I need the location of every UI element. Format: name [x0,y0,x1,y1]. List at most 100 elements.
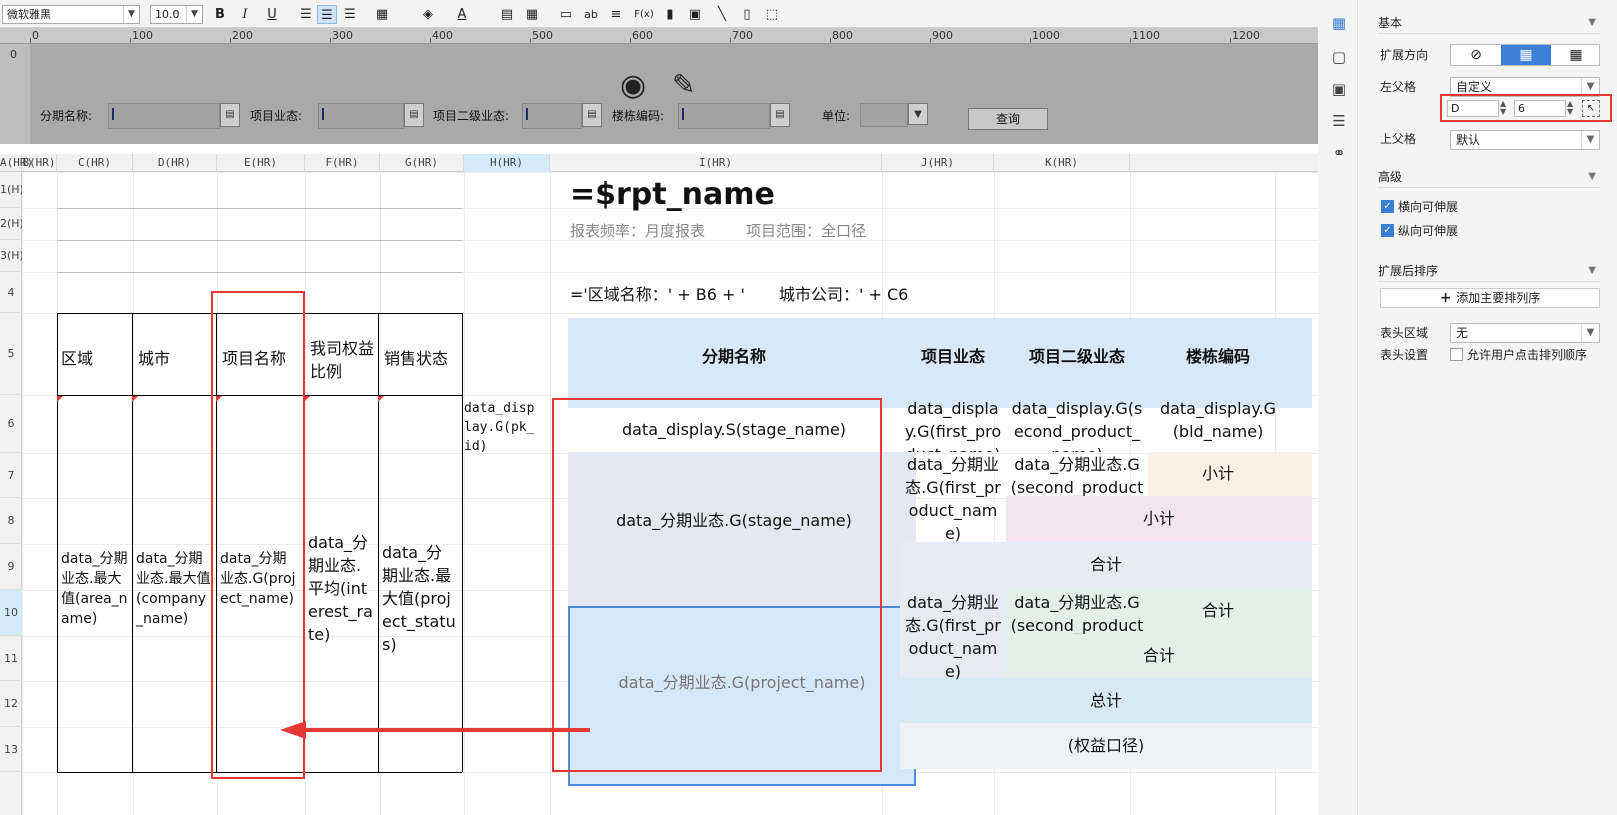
hidden-eye-icon[interactable]: ◉ [620,68,646,103]
column-header[interactable]: D(HR) [133,154,217,172]
cell-i13[interactable]: (权益口径) [900,723,1312,769]
col-spinner-icon[interactable]: ▲ ▼ [1500,100,1510,117]
vertical-expand-icon[interactable]: ▦ [1501,45,1551,65]
align-center-icon[interactable]: ☰ [317,5,337,24]
row-header[interactable]: 13 [0,727,22,772]
cell-f6[interactable]: data_分期业态.最大值(project_status) [378,538,462,659]
cell-c6[interactable]: data_分期业态.最大值(company_name) [132,546,216,632]
header-area[interactable]: 区域 [57,344,133,373]
cell-g6[interactable]: data_display.G(pk_id) [460,396,546,459]
header-city[interactable]: 城市 [134,344,218,373]
cell-i12[interactable]: 总计 [900,678,1312,723]
align-left-icon[interactable]: ☰ [296,5,316,24]
column-header[interactable]: C(HR) [57,154,133,172]
font-family-select[interactable]: 微软雅黑 ▼ [2,5,140,24]
header-stage[interactable]: 分期名称 [568,344,900,370]
column-header[interactable]: A(HR) [0,154,33,172]
unit-dropdown-button[interactable]: ▼ [908,103,928,125]
row-header[interactable]: 6 [0,395,22,453]
h-expand-checkbox[interactable]: ✓ [1381,200,1394,213]
row-spinner-icon[interactable]: ▲ ▼ [1567,100,1577,117]
edit-pencil-icon[interactable]: ✎ [672,68,695,101]
subreport-icon[interactable]: ▯ [737,5,757,24]
formula-icon[interactable]: F(x) [632,5,656,24]
border-icon[interactable]: ▦ [372,5,392,24]
cell-i10[interactable]: data_分期业态.G(first_product_name) [900,588,1006,680]
second-product-input[interactable] [522,103,582,129]
region-formula[interactable]: ='区域名称：' + B6 + ' [568,284,768,306]
row-header[interactable]: 9 [0,544,22,590]
column-header[interactable]: H(HR) [464,154,550,172]
bld-input[interactable] [678,103,770,129]
row-header[interactable]: 8 [0,498,22,544]
report-title[interactable]: =$rpt_name [568,172,1168,217]
header-second-product[interactable]: 项目二级业态 [1006,344,1148,370]
column-header[interactable]: B(HR) [22,154,57,172]
header-area-select[interactable]: 无 ▼ [1450,323,1600,343]
report-frequency[interactable]: 报表频率：月度报表 [568,220,768,242]
table-icon[interactable]: ▦ [522,5,542,24]
column-header[interactable]: K(HR) [994,154,1130,172]
font-size-select[interactable]: 10.0 ▼ [150,5,203,24]
cell-k10[interactable]: 合计 [1148,588,1288,634]
fill-color-icon[interactable]: ◈ [418,5,438,24]
link-icon[interactable]: ⚭ [1330,144,1348,162]
section-basic[interactable]: 基本 ▼ [1378,12,1600,34]
header-product[interactable]: 项目业态 [900,344,1006,370]
column-header[interactable]: E(HR) [217,154,305,172]
cell-i7[interactable]: data_分期业态.G(first_product_name) [900,450,1006,542]
image-icon[interactable]: ▣ [685,5,705,24]
format-painter-icon[interactable]: ▤ [497,5,517,24]
text-icon[interactable]: ab [581,5,601,24]
cell-attr-icon[interactable]: ▦ [1330,14,1348,32]
column-header[interactable]: I(HR) [550,154,882,172]
header-project[interactable]: 项目名称 [218,344,306,373]
row-header[interactable]: 12 [0,681,22,727]
insert-column-icon[interactable]: ▭ [556,5,576,24]
cell-h6[interactable]: data_display.S(stage_name) [568,408,900,452]
cell-j10[interactable]: data_分期业态.G(second_product_name) [1006,588,1148,634]
allow-sort-checkbox[interactable] [1450,348,1463,361]
align-right-icon[interactable]: ☰ [340,5,360,24]
row-header[interactable]: 10 [0,590,22,636]
company-formula[interactable]: 城市公司：' + C6 [779,284,979,306]
query-button[interactable]: 查询 [968,108,1048,130]
section-sort[interactable]: 扩展后排序 ▼ [1378,260,1600,282]
widget-icon[interactable]: ▣ [1330,80,1348,98]
bld-picker-button[interactable]: ▤ [770,103,790,127]
cell-j8[interactable]: 小计 [1006,496,1312,542]
row-header[interactable]: 5 [0,313,22,395]
cell-e6[interactable]: data_分期业态.平均(interest_rate) [304,528,378,649]
horizontal-expand-icon[interactable]: ▦ [1551,45,1601,65]
header-interest[interactable]: 我司权益比例 [306,334,380,386]
cell-d6[interactable]: data_分期业态.G(project_name) [216,546,304,612]
cell-h10[interactable]: data_分期业态.G(project_name) [568,668,916,698]
column-header[interactable]: G(HR) [380,154,464,172]
row-header[interactable]: 2(H) [0,208,24,240]
cell-k6[interactable]: data_display.G(bld_name) [1148,394,1288,452]
product-input[interactable] [318,103,404,129]
row-header[interactable]: 11 [0,636,22,681]
more-icon[interactable]: ⬚ [762,5,782,24]
product-picker-button[interactable]: ▤ [404,103,424,127]
slash-icon[interactable]: ╲ [712,5,732,24]
bold-button[interactable]: B [210,5,230,24]
cell-h7[interactable]: data_分期业态.G(stage_name) [568,506,900,536]
cell-i9[interactable]: 合计 [900,542,1312,588]
italic-button[interactable]: I [235,5,255,24]
row-header[interactable]: 1(H) [0,172,24,208]
filter-icon[interactable]: ☰ [1330,112,1348,130]
cell-pick-icon[interactable]: ↖ [1582,100,1600,117]
second-product-picker-button[interactable]: ▤ [582,103,602,127]
cell-j7[interactable]: data_分期业态.G(second_product_name) [1006,450,1148,496]
add-sort-button[interactable]: + 添加主要排列序 [1380,288,1600,308]
no-expand-icon[interactable]: ⊘ [1451,45,1501,65]
stage-input[interactable] [108,103,220,129]
top-parent-select[interactable]: 默认 ▼ [1450,130,1600,150]
cell-style-icon[interactable]: ▢ [1330,48,1348,66]
cell-i6[interactable]: data_display.G(first_product_name) [900,394,1006,452]
stage-picker-button[interactable]: ▤ [220,103,240,127]
header-bld[interactable]: 楼栋编码 [1148,344,1288,370]
cell-b6[interactable]: data_分期业态.最大值(area_name) [57,546,133,632]
left-parent-row-input[interactable]: 6 [1514,100,1566,117]
